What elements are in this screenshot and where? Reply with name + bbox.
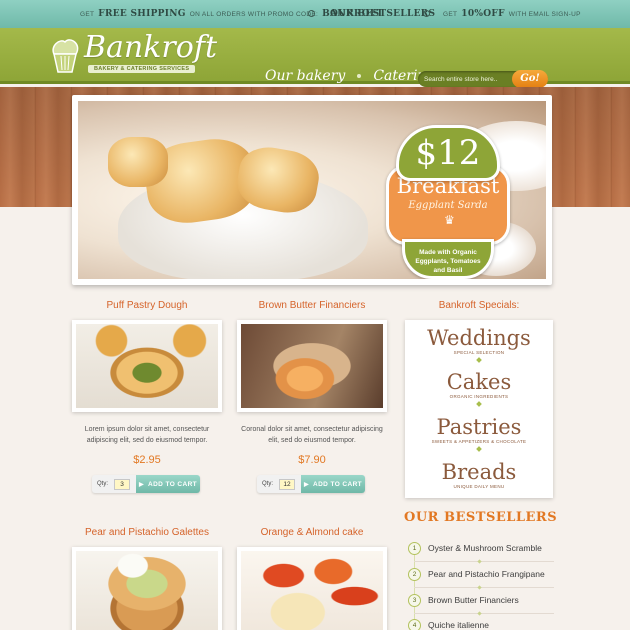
product-title[interactable]: Pear and Pistachio Galettes	[72, 527, 222, 538]
specials-panel: Weddings SPECIAL SELECTION Cakes ORGANIC…	[405, 320, 553, 498]
product-title[interactable]: Puff Pastry Dough	[72, 300, 222, 311]
add-to-cart-button[interactable]: ▶ ADD TO CART	[136, 475, 200, 493]
special-cakes[interactable]: Cakes ORGANIC INGREDIENTS	[405, 370, 553, 407]
product-image-card[interactable]	[72, 320, 222, 412]
diamond-icon	[477, 585, 482, 590]
badge-description: Made with Organic Eggplants, Tomatoes an…	[402, 239, 494, 279]
orange-almond-cake-image	[241, 551, 383, 630]
price-badge: Breakfast Eggplant Sarda ♛ $12 Made with…	[386, 125, 510, 279]
bestsellers-link[interactable]: OUR BESTSELLERS	[330, 0, 435, 28]
special-sub: SWEETS & APPETIZERS & CHOCOLATE	[431, 439, 527, 444]
diamond-icon	[476, 446, 482, 452]
product-description: Coronal dolor sit amet, consectetur adip…	[241, 426, 383, 444]
bestseller-item[interactable]: 4 Quiche italienne	[408, 615, 489, 630]
bestsellers-title: OUR BESTSELLERS	[404, 510, 558, 525]
cupcake-icon: ♛	[444, 213, 455, 227]
bestseller-name: Pear and Pistachio Frangipane	[428, 569, 545, 579]
bestseller-number: 2	[408, 567, 421, 581]
add-to-cart-label: ADD TO CART	[312, 480, 363, 488]
nav-our-bakery[interactable]: Our bakery	[265, 68, 345, 84]
special-sub: ORGANIC INGREDIENTS	[449, 394, 509, 399]
product-title[interactable]: Brown Butter Financiers	[237, 300, 387, 311]
discount-text: WITH EMAIL SIGN-UP	[508, 10, 581, 18]
hero-photo: Breakfast Eggplant Sarda ♛ $12 Made with…	[78, 101, 546, 279]
financiers-image	[241, 324, 383, 408]
free-shipping-label: FREE SHIPPING	[98, 9, 186, 19]
special-name: Cakes	[446, 370, 512, 394]
qty-label: Qty:	[262, 481, 274, 487]
bestseller-item[interactable]: 3 Brown Butter Financiers	[408, 590, 519, 610]
bestseller-name: Brown Butter Financiers	[428, 595, 519, 605]
add-to-cart-label: ADD TO CART	[147, 480, 198, 488]
search-go-button[interactable]: Go!	[512, 70, 548, 88]
diamond-icon	[476, 357, 482, 363]
brand-name: Bankroft	[84, 30, 217, 65]
bestseller-item[interactable]: 1 Oyster & Mushroom Scramble	[408, 538, 542, 558]
qty-input[interactable]: 12	[279, 478, 296, 490]
product-image-card[interactable]	[237, 547, 387, 630]
arrow-icon: ▶	[138, 481, 144, 488]
bestseller-number: 4	[408, 618, 421, 630]
brand-tagline: BAKERY & CATERING SERVICES	[88, 65, 196, 73]
discount-get-label: GET	[443, 10, 458, 18]
qty-label: Qty:	[97, 481, 109, 487]
bestsellers-link-label: OUR BESTSELLERS	[330, 9, 436, 19]
separator-icon	[423, 10, 430, 17]
promo-get-label: GET	[80, 10, 95, 18]
hero-banner[interactable]: Breakfast Eggplant Sarda ♛ $12 Made with…	[72, 95, 552, 285]
add-to-cart-row: Qty: 3 ▶ ADD TO CART	[92, 475, 200, 493]
bestseller-name: Quiche italienne	[428, 620, 489, 630]
badge-subtitle: Eggplant Sarda	[408, 200, 488, 211]
promo-code-text: ON ALL ORDERS WITH PROMO CODE:	[189, 10, 319, 18]
galettes-image	[76, 551, 218, 630]
diamond-icon	[476, 401, 482, 407]
promo-bar: GET FREE SHIPPING ON ALL ORDERS WITH PRO…	[0, 0, 630, 28]
special-name: Breads	[441, 460, 517, 484]
divider	[414, 613, 554, 614]
product-title[interactable]: Orange & Almond cake	[237, 527, 387, 538]
special-weddings[interactable]: Weddings SPECIAL SELECTION	[405, 326, 553, 363]
pastry-image	[108, 137, 168, 187]
product-image-card[interactable]	[72, 547, 222, 630]
divider	[414, 587, 554, 588]
site-header: Bankroft BAKERY & CATERING SERVICES Our …	[0, 28, 630, 88]
special-name: Weddings	[427, 326, 531, 350]
special-breads[interactable]: Breads UNIQUE DAILY MENU	[405, 460, 553, 489]
bestseller-number: 1	[408, 541, 421, 555]
product-description: Lorem ipsum dolor sit amet, consectetur …	[84, 426, 210, 444]
logo[interactable]: Bankroft BAKERY & CATERING SERVICES	[48, 30, 217, 78]
specials-title: Bankroft Specials:	[438, 300, 520, 311]
special-name: Pastries	[436, 415, 522, 439]
cupcake-icon	[52, 39, 79, 73]
product-price: $2.95	[133, 454, 161, 466]
separator-icon	[308, 10, 315, 17]
bestseller-item[interactable]: 2 Pear and Pistachio Frangipane	[408, 564, 545, 584]
search-box: Go!	[418, 70, 548, 88]
badge-price: $12	[396, 125, 500, 181]
product-image-card[interactable]	[237, 320, 387, 412]
add-to-cart-row: Qty: 12 ▶ ADD TO CART	[257, 475, 365, 493]
product-price: $7.90	[298, 454, 326, 466]
arrow-icon: ▶	[303, 481, 309, 488]
bestseller-number: 3	[408, 593, 421, 607]
bestseller-name: Oyster & Mushroom Scramble	[428, 543, 542, 553]
puff-pastry-image	[76, 324, 218, 408]
qty-input[interactable]: 3	[114, 478, 131, 490]
divider	[414, 561, 554, 562]
discount-promo: GET 10%OFF WITH EMAIL SIGN-UP	[443, 0, 581, 28]
discount-label: 10%OFF	[461, 9, 505, 19]
nav-separator	[357, 74, 362, 78]
special-sub: SPECIAL SELECTION	[453, 350, 505, 355]
diamond-icon	[477, 559, 482, 564]
special-sub: UNIQUE DAILY MENU	[453, 484, 505, 489]
special-pastries[interactable]: Pastries SWEETS & APPETIZERS & CHOCOLATE	[405, 415, 553, 452]
add-to-cart-button[interactable]: ▶ ADD TO CART	[301, 475, 365, 493]
search-input[interactable]	[424, 73, 514, 85]
